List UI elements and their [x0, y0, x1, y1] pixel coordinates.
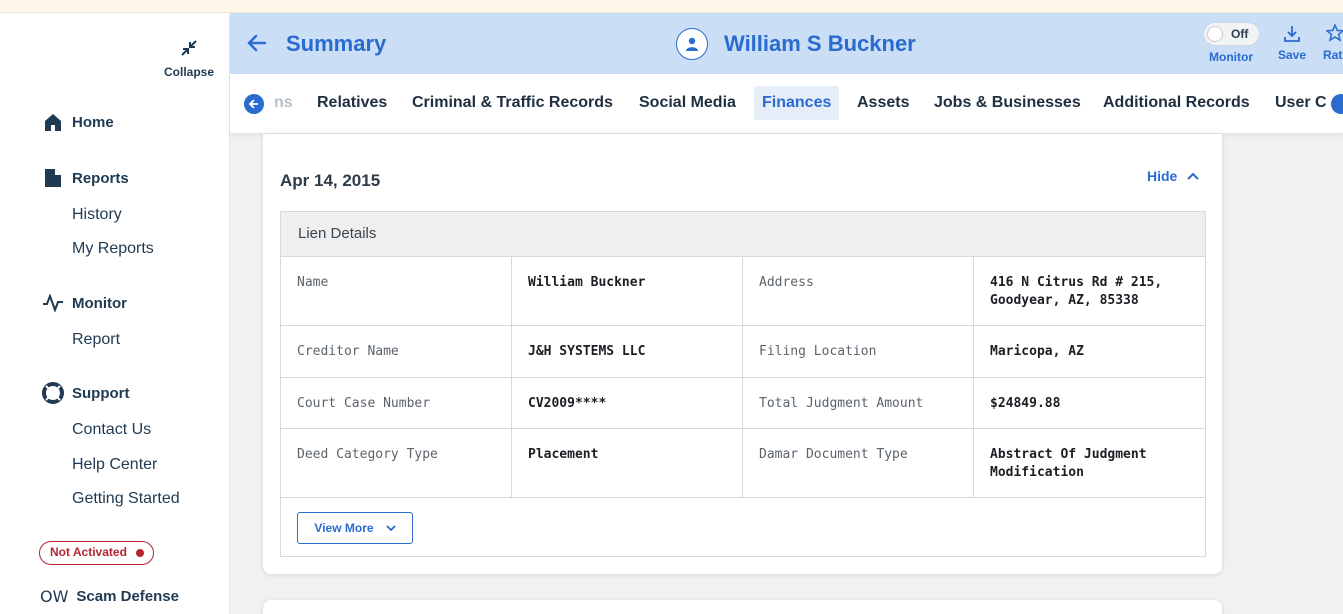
toggle-state: Off — [1231, 27, 1249, 41]
tab-assets[interactable]: Assets — [857, 86, 909, 120]
status-badge-label: Not Activated — [50, 545, 127, 559]
sidebar-item-contact-us[interactable]: Contact Us — [72, 421, 151, 439]
tab-social-media[interactable]: Social Media — [639, 86, 736, 120]
sidebar-item-reports[interactable]: Reports — [42, 167, 129, 189]
collapse-icon — [181, 40, 197, 56]
hide-button[interactable]: Hide — [1147, 168, 1200, 184]
record-date: Apr 14, 2015 — [280, 171, 381, 190]
table-row: Creditor Name J&H SYSTEMS LLC Filing Loc… — [281, 326, 1205, 378]
sidebar: Collapse Home Reports History My Reports… — [0, 13, 230, 614]
page-title: Summary — [286, 31, 387, 56]
lien-record-card: Apr 14, 2015 Hide Lien Details Name Will… — [263, 134, 1222, 574]
sidebar-item-getting-started[interactable]: Getting Started — [72, 490, 180, 508]
scroll-left-button[interactable] — [244, 94, 264, 114]
sidebar-item-label: Scam Defense — [76, 588, 179, 605]
tab-additional-records[interactable]: Additional Records — [1103, 86, 1250, 120]
sidebar-item-home[interactable]: Home — [42, 111, 114, 133]
field-value: CV2009**** — [512, 378, 743, 428]
next-record-card — [263, 600, 1222, 614]
sidebar-item-report[interactable]: Report — [72, 331, 120, 349]
hide-label: Hide — [1147, 168, 1178, 184]
lien-details-table: Lien Details Name William Buckner Addres… — [280, 211, 1206, 557]
field-label: Creditor Name — [281, 326, 512, 377]
download-icon[interactable] — [1283, 25, 1301, 48]
person-name: William S Buckner — [724, 31, 916, 56]
collapse-button[interactable]: Collapse — [160, 39, 218, 81]
section-tab-bar: ns Relatives Criminal & Traffic Records … — [230, 74, 1343, 134]
sidebar-item-label: Monitor — [72, 294, 127, 312]
report-header: Summary William S Buckner Off Monitor Sa… — [230, 13, 1343, 74]
status-badge: Not Activated — [39, 541, 154, 565]
lifebuoy-icon — [42, 382, 64, 404]
field-label: Deed Category Type — [281, 429, 512, 497]
field-value: Placement — [512, 429, 743, 497]
sidebar-item-history[interactable]: History — [72, 206, 122, 224]
sidebar-item-scam-defense[interactable]: OW Scam Defense — [40, 587, 179, 606]
tab-user-partial[interactable]: User C — [1275, 86, 1331, 120]
tab-relatives[interactable]: Relatives — [317, 86, 387, 120]
tab-finances[interactable]: Finances — [754, 86, 840, 120]
monitor-toggle[interactable]: Off — [1203, 22, 1260, 46]
field-label: Name — [281, 257, 512, 325]
top-banner-strip — [0, 0, 1343, 13]
scroll-right-button[interactable] — [1331, 94, 1343, 114]
user-icon — [676, 28, 708, 60]
lien-details-header: Lien Details — [281, 212, 1205, 257]
field-value: $24849.88 — [990, 396, 1061, 411]
sidebar-item-my-reports[interactable]: My Reports — [72, 240, 154, 258]
table-row: Deed Category Type Placement Damar Docum… — [281, 429, 1205, 498]
sidebar-item-label: Home — [72, 113, 114, 131]
field-label: Total Judgment Amount — [743, 378, 974, 428]
field-label: Filing Location — [743, 326, 974, 377]
field-value: 416 N Citrus Rd # 215, Goodyear, AZ, 853… — [990, 275, 1163, 308]
tab-criminal-traffic-records[interactable]: Criminal & Traffic Records — [412, 86, 613, 120]
field-value: J&H SYSTEMS LLC — [512, 326, 743, 377]
field-label: Address — [743, 257, 974, 325]
sidebar-item-monitor[interactable]: Monitor — [42, 292, 127, 314]
chevron-up-icon — [1187, 172, 1200, 180]
tab-partial[interactable]: ns — [274, 86, 293, 120]
rate-button[interactable]: Rat — [1323, 48, 1342, 62]
save-button[interactable]: Save — [1278, 48, 1306, 62]
scam-defense-logo: OW — [40, 587, 69, 606]
chevron-down-icon — [385, 524, 396, 531]
document-icon — [42, 167, 64, 189]
field-value: Abstract Of Judgment Modification — [990, 447, 1147, 480]
field-value: Maricopa, AZ — [990, 344, 1084, 359]
field-label: Damar Document Type — [743, 429, 974, 497]
table-row: Name William Buckner Address 416 N Citru… — [281, 257, 1205, 326]
sidebar-item-label: Support — [72, 384, 130, 402]
arrow-left-icon — [248, 99, 258, 109]
home-icon — [42, 111, 64, 133]
sidebar-item-support[interactable]: Support — [42, 382, 130, 404]
toggle-knob — [1207, 26, 1223, 42]
sidebar-item-label: Reports — [72, 169, 129, 187]
collapse-label: Collapse — [163, 65, 214, 79]
status-dot — [135, 549, 144, 557]
field-label: Court Case Number — [281, 378, 512, 428]
monitor-label[interactable]: Monitor — [1209, 50, 1253, 64]
pulse-icon — [42, 292, 64, 314]
star-icon[interactable] — [1325, 23, 1343, 47]
sidebar-item-help-center[interactable]: Help Center — [72, 456, 157, 474]
view-more-button[interactable]: View More — [297, 512, 413, 544]
tab-jobs-businesses[interactable]: Jobs & Businesses — [934, 86, 1081, 120]
field-value: William Buckner — [512, 257, 743, 325]
back-arrow-icon[interactable] — [247, 33, 267, 58]
table-row: Court Case Number CV2009**** Total Judgm… — [281, 378, 1205, 429]
view-more-label: View More — [314, 521, 374, 535]
